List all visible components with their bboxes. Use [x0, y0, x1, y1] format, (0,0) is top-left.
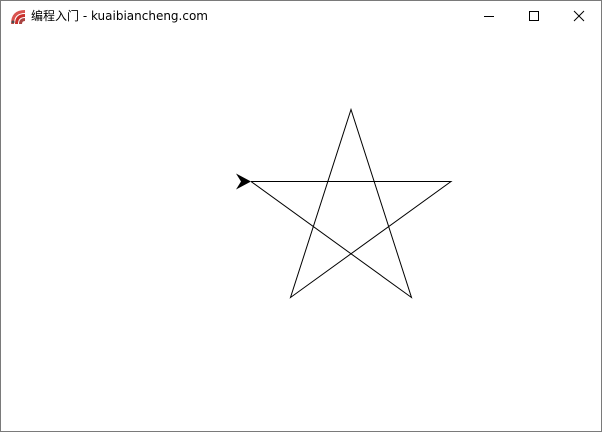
minimize-icon: [484, 16, 494, 17]
close-icon: [573, 10, 585, 22]
title-bar[interactable]: 编程入门 - kuaibiancheng.com: [1, 1, 601, 32]
turtle-canvas: [1, 32, 601, 431]
close-button[interactable]: [556, 1, 602, 31]
star-outline: [250, 107, 453, 299]
turtle-arrow-cursor-icon: [236, 173, 251, 190]
app-window: 编程入门 - kuaibiancheng.com: [0, 0, 602, 432]
minimize-button[interactable]: [465, 1, 511, 31]
maximize-icon: [529, 11, 539, 21]
python-turtle-icon: [10, 9, 26, 25]
maximize-button[interactable]: [511, 1, 557, 31]
window-title: 编程入门 - kuaibiancheng.com: [31, 9, 208, 23]
drawing-surface: [236, 107, 453, 299]
